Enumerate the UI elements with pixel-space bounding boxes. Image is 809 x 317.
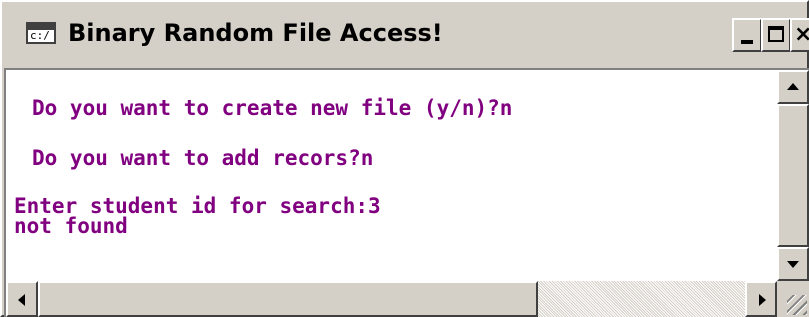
scroll-left-button[interactable] [6, 281, 38, 317]
console-output[interactable]: Do you want to create new file (y/n)?n D… [6, 70, 777, 281]
scroll-right-button[interactable] [745, 281, 777, 317]
maximize-button[interactable] [761, 18, 791, 52]
window-title: Binary Random File Access! [68, 19, 443, 47]
close-icon: × [794, 22, 809, 47]
console-app-icon[interactable]: c:/ [26, 22, 56, 44]
arrow-right-icon [759, 294, 766, 306]
title-bar[interactable]: c:/ Binary Random File Access! × [4, 6, 809, 64]
horizontal-scrollbar[interactable] [6, 281, 777, 317]
app-icon-glyph: c:/ [30, 29, 50, 42]
horizontal-scroll-thumb[interactable] [38, 281, 538, 317]
console-line: not found [14, 214, 128, 238]
console-client-area: Do you want to create new file (y/n)?n D… [4, 68, 809, 317]
console-window: c:/ Binary Random File Access! × Do you … [0, 0, 809, 317]
scroll-up-button[interactable] [777, 70, 809, 104]
vertical-scrollbar[interactable] [777, 70, 809, 281]
minimize-icon [741, 40, 753, 44]
scrollbar-corner [777, 281, 809, 317]
arrow-up-icon [787, 83, 799, 90]
scroll-down-button[interactable] [777, 247, 809, 281]
arrow-left-icon [18, 294, 25, 306]
minimize-button[interactable] [732, 18, 762, 52]
resize-grip-icon[interactable] [787, 295, 807, 315]
arrow-down-icon [787, 261, 799, 268]
close-button[interactable]: × [790, 18, 809, 52]
maximize-icon [768, 26, 784, 42]
vertical-scroll-thumb[interactable] [777, 104, 809, 247]
console-line: Do you want to add recors?n [32, 146, 374, 170]
console-line: Do you want to create new file (y/n)?n [32, 96, 513, 120]
